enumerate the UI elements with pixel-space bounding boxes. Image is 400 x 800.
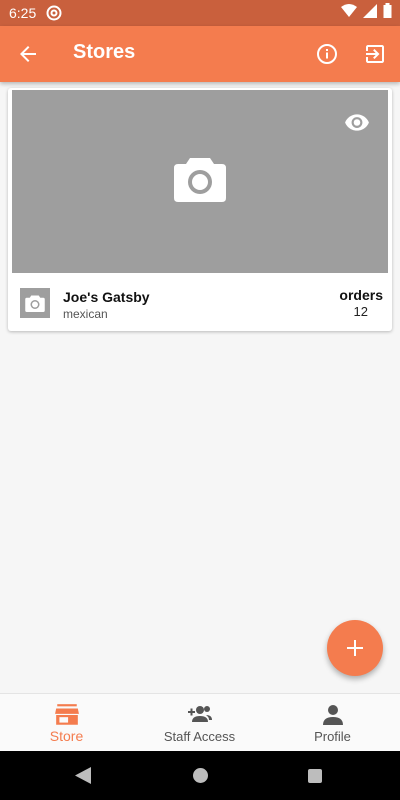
store-image-placeholder <box>12 90 388 273</box>
bottom-nav: Store Staff Access Profile <box>0 693 400 752</box>
system-navigation-bar <box>0 751 400 800</box>
wifi-icon <box>341 3 357 23</box>
add-store-button[interactable] <box>327 620 383 676</box>
camera-icon <box>25 295 45 312</box>
info-icon[interactable] <box>315 42 339 66</box>
at-icon <box>46 5 62 21</box>
store-thumbnail <box>20 288 50 318</box>
store-name: Joe's Gatsby <box>63 289 150 305</box>
status-bar: 6:25 <box>0 0 400 26</box>
store-card[interactable]: Joe's Gatsby mexican orders 12 <box>8 88 392 331</box>
store-icon <box>54 704 80 726</box>
nav-label-store: Store <box>49 728 84 744</box>
nav-item-store[interactable]: Store <box>0 694 133 752</box>
app-bar: Stores <box>0 26 400 82</box>
system-recents-icon[interactable] <box>308 769 322 783</box>
camera-icon <box>174 154 226 202</box>
system-home-icon[interactable] <box>193 768 208 783</box>
eye-icon[interactable] <box>344 111 370 133</box>
add-people-icon <box>187 704 213 726</box>
plus-icon <box>347 640 363 656</box>
status-time: 6:25 <box>9 5 37 21</box>
back-arrow-icon[interactable] <box>16 42 40 66</box>
battery-icon <box>383 3 392 23</box>
person-icon <box>320 704 346 726</box>
orders-count: 12 <box>353 304 368 319</box>
orders-label: orders <box>339 287 383 303</box>
store-cuisine: mexican <box>63 307 108 321</box>
logout-icon[interactable] <box>363 42 387 66</box>
page-title: Stores <box>73 41 136 63</box>
nav-item-profile[interactable]: Profile <box>266 694 399 752</box>
signal-icon <box>363 3 377 23</box>
nav-label-staff-access: Staff Access <box>163 729 236 744</box>
nav-item-staff-access[interactable]: Staff Access <box>133 694 266 752</box>
nav-label-profile: Profile <box>314 729 351 744</box>
system-back-icon[interactable] <box>75 767 91 789</box>
